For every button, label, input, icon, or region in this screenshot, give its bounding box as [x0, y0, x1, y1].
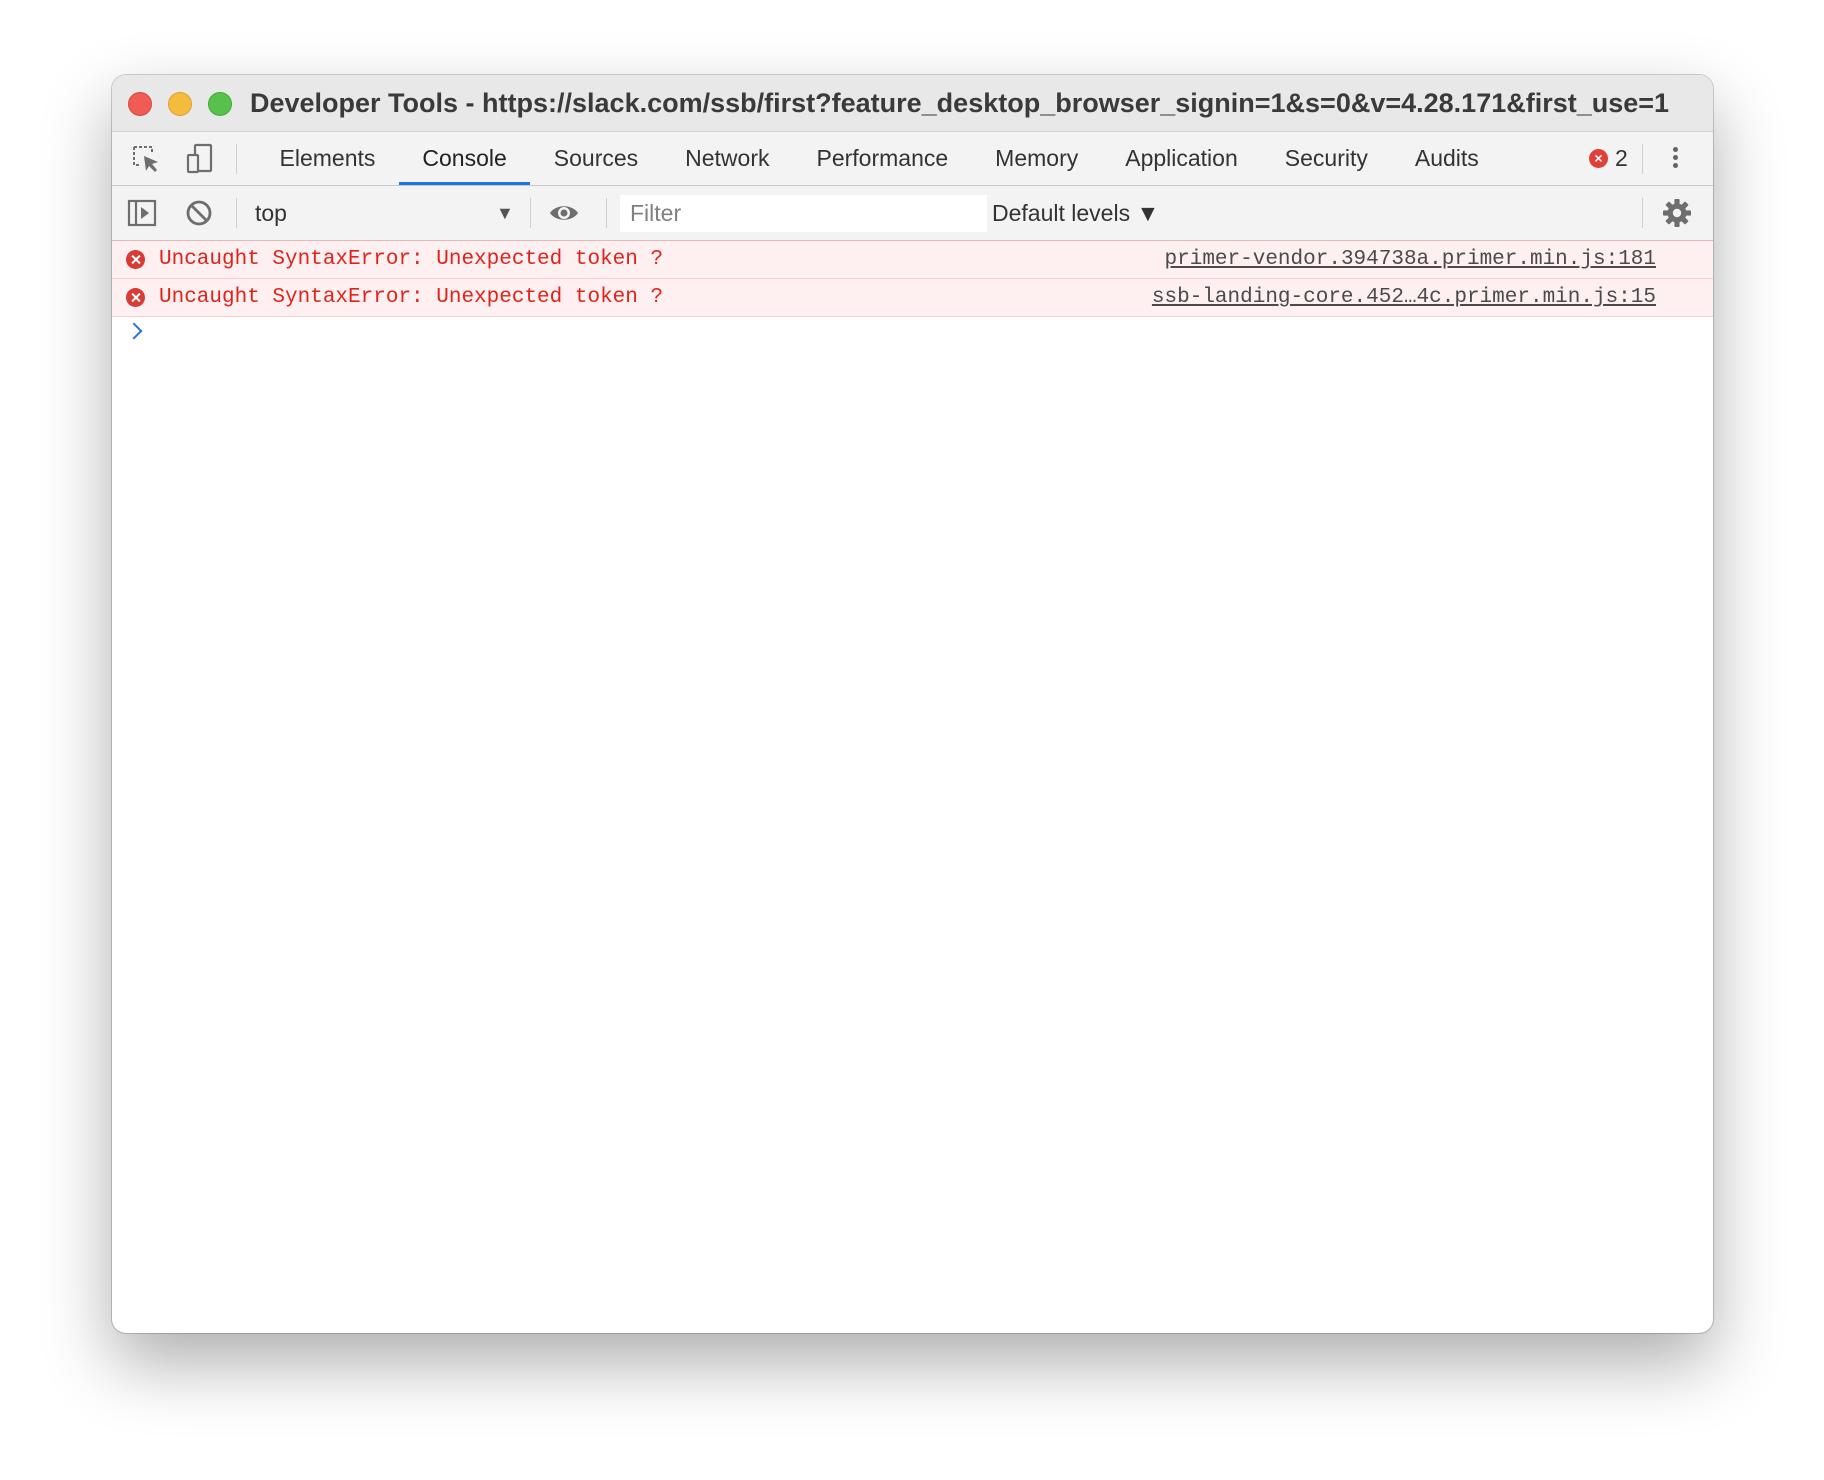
inspect-element-icon[interactable] — [130, 143, 162, 175]
toolbar-divider — [1642, 144, 1643, 174]
context-selector[interactable]: top — [255, 186, 287, 240]
error-message-text: Uncaught SyntaxError: Unexpected token ? — [159, 248, 664, 271]
clear-console-icon[interactable] — [183, 197, 215, 229]
console-error-message: Uncaught SyntaxError: Unexpected token ?… — [112, 241, 1713, 279]
minimize-window-button[interactable] — [168, 92, 192, 116]
error-icon: × — [1589, 149, 1608, 168]
more-options-icon[interactable] — [1670, 144, 1680, 174]
devtools-window: Developer Tools - https://slack.com/ssb/… — [112, 75, 1713, 1333]
settings-gear-icon[interactable] — [1662, 198, 1692, 228]
error-source-link[interactable]: ssb-landing-core.452…4c.primer.min.js:15 — [1152, 279, 1656, 316]
live-expression-eye-icon[interactable] — [548, 197, 580, 229]
tab-elements[interactable]: Elements — [256, 132, 399, 185]
console-toolbar: top ▼ Default levels ▼ — [112, 186, 1713, 241]
show-sidebar-icon[interactable] — [126, 197, 158, 229]
console-output[interactable]: Uncaught SyntaxError: Unexpected token ?… — [112, 241, 1713, 355]
close-window-button[interactable] — [128, 92, 152, 116]
toolbar-divider — [236, 144, 237, 174]
panel-tabs: Elements Console Sources Network Perform… — [256, 132, 1502, 185]
tab-sources[interactable]: Sources — [530, 132, 661, 185]
chevron-down-icon[interactable]: ▼ — [496, 186, 514, 240]
device-toolbar-icon[interactable] — [184, 143, 216, 175]
log-levels-dropdown[interactable]: Default levels ▼ — [992, 186, 1159, 240]
toolbar-divider — [1642, 198, 1643, 228]
error-icon — [126, 250, 145, 269]
error-count-label: 2 — [1615, 145, 1628, 171]
console-prompt[interactable] — [112, 317, 1713, 355]
tab-audits[interactable]: Audits — [1391, 132, 1502, 185]
title-bar: Developer Tools - https://slack.com/ssb/… — [112, 75, 1713, 131]
tab-network[interactable]: Network — [662, 132, 793, 185]
toolbar-divider — [606, 198, 607, 228]
filter-input[interactable] — [620, 195, 987, 232]
tab-application[interactable]: Application — [1102, 132, 1262, 185]
tab-security[interactable]: Security — [1261, 132, 1391, 185]
error-icon — [126, 288, 145, 307]
toolbar-divider — [236, 198, 237, 228]
tab-memory[interactable]: Memory — [972, 132, 1102, 185]
error-message-text: Uncaught SyntaxError: Unexpected token ? — [159, 286, 664, 309]
prompt-chevron-icon — [125, 322, 143, 340]
zoom-window-button[interactable] — [208, 92, 232, 116]
console-error-message: Uncaught SyntaxError: Unexpected token ?… — [112, 279, 1713, 317]
window-title: Developer Tools - https://slack.com/ssb/… — [250, 88, 1670, 118]
error-counter[interactable]: × 2 — [1589, 132, 1628, 185]
tab-performance[interactable]: Performance — [793, 132, 972, 185]
error-source-link[interactable]: primer-vendor.394738a.primer.min.js:181 — [1165, 241, 1656, 278]
toolbar-divider — [530, 198, 531, 228]
tab-console[interactable]: Console — [398, 132, 531, 185]
panel-tab-bar: Elements Console Sources Network Perform… — [112, 131, 1713, 186]
